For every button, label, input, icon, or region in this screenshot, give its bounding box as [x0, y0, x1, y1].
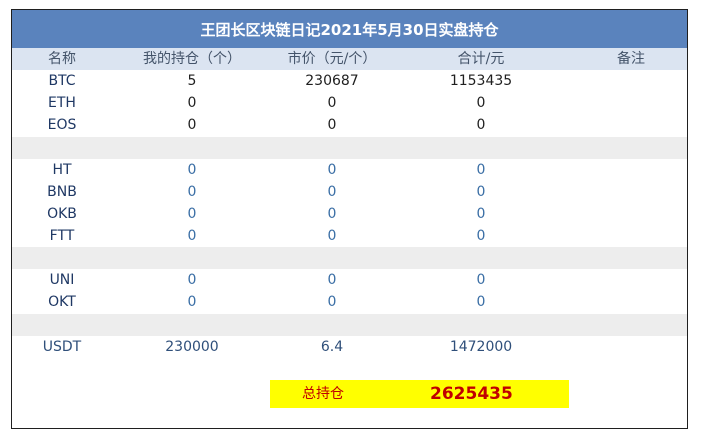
cell-note	[602, 181, 660, 203]
table-row-eth: ETH 0 0 0	[12, 92, 687, 114]
table-row-ftt: FTT 0 0 0	[12, 225, 687, 247]
table-row-usdt: USDT 230000 6.4 1472000	[12, 336, 687, 358]
cell-price: 230687	[305, 73, 359, 89]
total-holdings-label: 总持仓	[302, 386, 344, 402]
cell-name: ETH	[48, 95, 76, 111]
cell-note	[602, 70, 660, 92]
cell-price: 0	[327, 162, 337, 178]
cell-note	[602, 336, 660, 358]
spacer-row	[12, 314, 687, 336]
cell-qty: 0	[187, 272, 197, 288]
table-row-ht: HT 0 0 0	[12, 159, 687, 181]
cell-total: 1472000	[449, 339, 513, 355]
cell-note	[602, 159, 660, 181]
cell-price: 0	[327, 228, 337, 244]
cell-qty: 0	[187, 228, 197, 244]
header-total: 合计/元	[457, 51, 505, 67]
cell-total: 0	[476, 184, 486, 200]
cell-note	[602, 291, 660, 313]
cell-qty: 230000	[165, 339, 219, 355]
cell-note	[602, 225, 660, 247]
cell-total: 0	[476, 206, 486, 222]
cell-qty: 0	[187, 206, 197, 222]
cell-qty: 0	[187, 162, 197, 178]
cell-qty: 0	[187, 95, 197, 111]
cell-name: USDT	[42, 339, 82, 355]
cell-name: BNB	[47, 184, 77, 200]
header-price: 市价（元/个）	[287, 51, 377, 67]
cell-note	[602, 269, 660, 291]
cell-qty: 0	[187, 294, 197, 310]
cell-note	[602, 92, 660, 114]
cell-note	[602, 203, 660, 225]
cell-total: 0	[476, 117, 486, 133]
cell-name: HT	[52, 162, 72, 178]
cell-total: 0	[476, 228, 486, 244]
cell-total: 0	[476, 162, 486, 178]
cell-qty: 0	[187, 184, 197, 200]
table-row-okt: OKT 0 0 0	[12, 291, 687, 313]
spacer-row	[12, 247, 687, 269]
sheet-title: 王团长区块链日记2021年5月30日实盘持仓	[12, 10, 687, 48]
table-row-btc: BTC 5 230687 1153435	[12, 70, 687, 92]
total-holdings-value: 2625435	[430, 384, 513, 404]
total-holdings-box: 总持仓 2625435	[270, 380, 569, 408]
cell-price: 0	[327, 95, 337, 111]
header-qty: 我的持仓（个）	[143, 51, 241, 67]
table-row-okb: OKB 0 0 0	[12, 203, 687, 225]
cell-price: 0	[327, 117, 337, 133]
cell-name: OKB	[47, 206, 77, 222]
cell-name: OKT	[48, 294, 76, 310]
cell-price: 0	[327, 272, 337, 288]
cell-note	[602, 114, 660, 136]
cell-name: UNI	[49, 272, 75, 288]
cell-price: 0	[327, 294, 337, 310]
cell-price: 0	[327, 184, 337, 200]
header-note: 备注	[617, 51, 645, 67]
cell-qty: 0	[187, 117, 197, 133]
cell-total: 1153435	[449, 73, 513, 89]
spacer-row	[12, 137, 687, 159]
cell-name: FTT	[49, 228, 75, 244]
cell-qty: 5	[187, 73, 197, 89]
cell-total: 0	[476, 294, 486, 310]
cell-price: 6.4	[320, 339, 344, 355]
cell-total: 0	[476, 95, 486, 111]
holdings-sheet: 王团长区块链日记2021年5月30日实盘持仓 名称 我的持仓（个） 市价（元/个…	[11, 9, 688, 429]
cell-name: BTC	[48, 73, 76, 89]
table-row-eos: EOS 0 0 0	[12, 114, 687, 136]
table-row-bnb: BNB 0 0 0	[12, 181, 687, 203]
table-header-row: 名称 我的持仓（个） 市价（元/个） 合计/元 备注	[12, 48, 687, 70]
cell-name: EOS	[47, 117, 77, 133]
header-name: 名称	[48, 51, 76, 67]
cell-total: 0	[476, 272, 486, 288]
table-row-uni: UNI 0 0 0	[12, 269, 687, 291]
cell-price: 0	[327, 206, 337, 222]
